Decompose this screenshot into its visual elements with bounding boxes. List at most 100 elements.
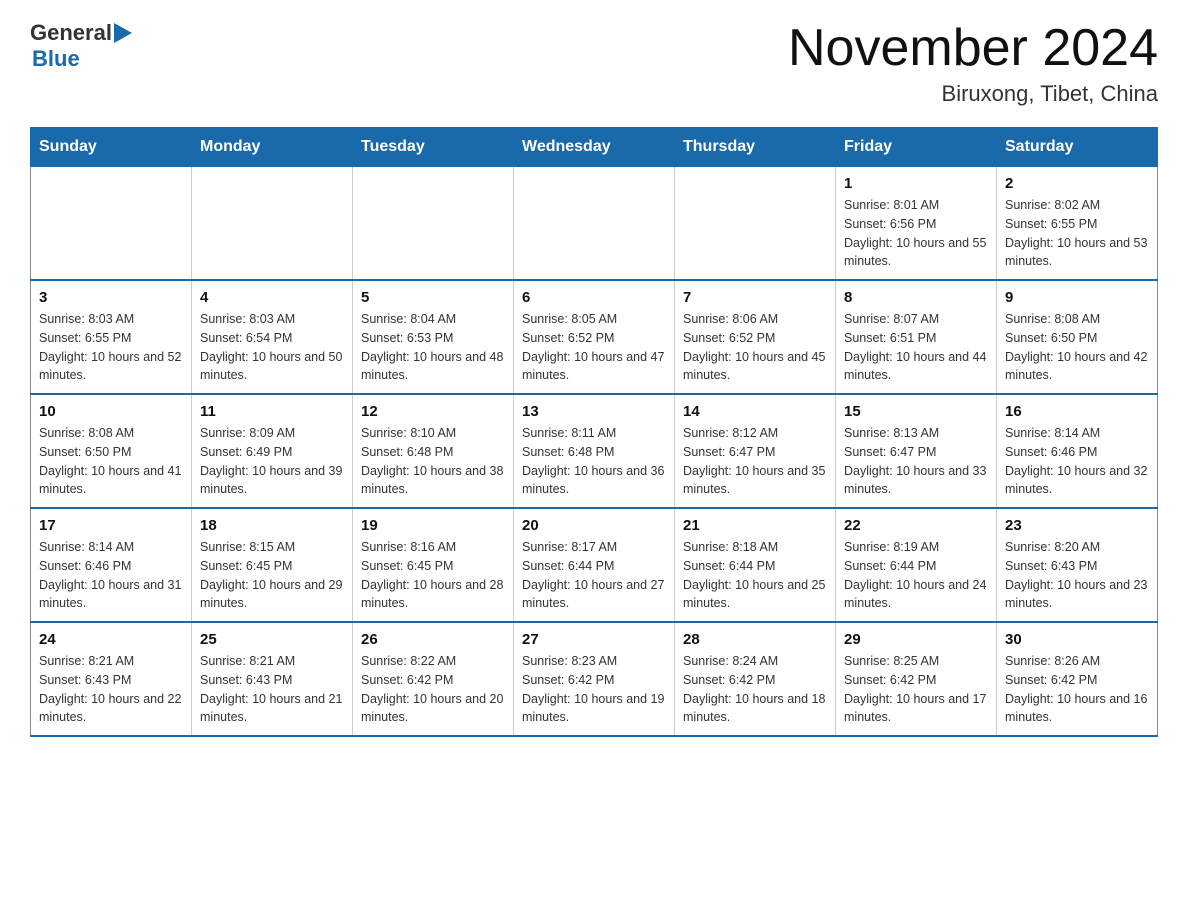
calendar-week-row: 10 Sunrise: 8:08 AM Sunset: 6:50 PM Dayli… xyxy=(31,394,1158,508)
calendar-cell xyxy=(514,167,675,281)
day-number: 27 xyxy=(522,631,666,648)
calendar-week-row: 3Sunrise: 8:03 AM Sunset: 6:55 PM Daylig… xyxy=(31,280,1158,394)
day-info: Sunrise: 8:12 AM Sunset: 6:47 PM Dayligh… xyxy=(683,424,827,499)
calendar-cell xyxy=(31,167,192,281)
day-number: 29 xyxy=(844,631,988,648)
day-number: 1 xyxy=(844,175,988,192)
day-number: 15 xyxy=(844,403,988,420)
calendar-cell: 13 Sunrise: 8:11 AM Sunset: 6:48 PM Dayli… xyxy=(514,394,675,508)
calendar-week-row: 17 Sunrise: 8:14 AM Sunset: 6:46 PM Dayli… xyxy=(31,508,1158,622)
weekday-header-thursday: Thursday xyxy=(675,128,836,167)
logo-triangle-icon xyxy=(114,22,134,44)
day-number: 12 xyxy=(361,403,505,420)
weekday-header-monday: Monday xyxy=(192,128,353,167)
weekday-header-tuesday: Tuesday xyxy=(353,128,514,167)
day-number: 30 xyxy=(1005,631,1149,648)
weekday-header-row: SundayMondayTuesdayWednesdayThursdayFrid… xyxy=(31,128,1158,167)
calendar-cell: 12 Sunrise: 8:10 AM Sunset: 6:48 PM Dayli… xyxy=(353,394,514,508)
day-number: 18 xyxy=(200,517,344,534)
day-number: 25 xyxy=(200,631,344,648)
day-info: Sunrise: 8:26 AM Sunset: 6:42 PM Dayligh… xyxy=(1005,652,1149,727)
day-info: Sunrise: 8:08 AM Sunset: 6:50 PM Dayligh… xyxy=(1005,310,1149,385)
day-number: 16 xyxy=(1005,403,1149,420)
calendar-week-row: 1Sunrise: 8:01 AM Sunset: 6:56 PM Daylig… xyxy=(31,167,1158,281)
header: General Blue November 2024 Biruxong, Tib… xyxy=(30,20,1158,107)
day-number: 6 xyxy=(522,289,666,306)
calendar-cell: 28 Sunrise: 8:24 AM Sunset: 6:42 PM Dayli… xyxy=(675,622,836,736)
day-number: 9 xyxy=(1005,289,1149,306)
calendar-cell: 23Sunrise: 8:20 AM Sunset: 6:43 PM Dayli… xyxy=(997,508,1158,622)
logo-general-text: General xyxy=(30,20,112,46)
location-title: Biruxong, Tibet, China xyxy=(788,81,1158,107)
day-info: Sunrise: 8:20 AM Sunset: 6:43 PM Dayligh… xyxy=(1005,538,1149,613)
calendar-cell xyxy=(675,167,836,281)
day-number: 14 xyxy=(683,403,827,420)
calendar-cell: 20 Sunrise: 8:17 AM Sunset: 6:44 PM Dayli… xyxy=(514,508,675,622)
day-number: 24 xyxy=(39,631,183,648)
day-info: Sunrise: 8:09 AM Sunset: 6:49 PM Dayligh… xyxy=(200,424,344,499)
day-number: 13 xyxy=(522,403,666,420)
calendar-cell: 21Sunrise: 8:18 AM Sunset: 6:44 PM Dayli… xyxy=(675,508,836,622)
weekday-header-sunday: Sunday xyxy=(31,128,192,167)
day-info: Sunrise: 8:11 AM Sunset: 6:48 PM Dayligh… xyxy=(522,424,666,499)
day-info: Sunrise: 8:08 AM Sunset: 6:50 PM Dayligh… xyxy=(39,424,183,499)
title-area: November 2024 Biruxong, Tibet, China xyxy=(788,20,1158,107)
calendar-cell: 10 Sunrise: 8:08 AM Sunset: 6:50 PM Dayli… xyxy=(31,394,192,508)
day-number: 22 xyxy=(844,517,988,534)
calendar-cell: 15 Sunrise: 8:13 AM Sunset: 6:47 PM Dayli… xyxy=(836,394,997,508)
day-info: Sunrise: 8:02 AM Sunset: 6:55 PM Dayligh… xyxy=(1005,196,1149,271)
day-info: Sunrise: 8:17 AM Sunset: 6:44 PM Dayligh… xyxy=(522,538,666,613)
day-info: Sunrise: 8:24 AM Sunset: 6:42 PM Dayligh… xyxy=(683,652,827,727)
weekday-header-saturday: Saturday xyxy=(997,128,1158,167)
calendar-cell: 24 Sunrise: 8:21 AM Sunset: 6:43 PM Dayli… xyxy=(31,622,192,736)
day-info: Sunrise: 8:03 AM Sunset: 6:54 PM Dayligh… xyxy=(200,310,344,385)
calendar-cell: 22 Sunrise: 8:19 AM Sunset: 6:44 PM Dayli… xyxy=(836,508,997,622)
day-info: Sunrise: 8:15 AM Sunset: 6:45 PM Dayligh… xyxy=(200,538,344,613)
day-number: 19 xyxy=(361,517,505,534)
day-number: 17 xyxy=(39,517,183,534)
day-number: 11 xyxy=(200,403,344,420)
day-info: Sunrise: 8:23 AM Sunset: 6:42 PM Dayligh… xyxy=(522,652,666,727)
calendar-cell xyxy=(192,167,353,281)
day-info: Sunrise: 8:22 AM Sunset: 6:42 PM Dayligh… xyxy=(361,652,505,727)
day-number: 26 xyxy=(361,631,505,648)
calendar-cell: 6 Sunrise: 8:05 AM Sunset: 6:52 PM Daylig… xyxy=(514,280,675,394)
calendar-cell: 18 Sunrise: 8:15 AM Sunset: 6:45 PM Dayli… xyxy=(192,508,353,622)
calendar-cell: 26 Sunrise: 8:22 AM Sunset: 6:42 PM Dayli… xyxy=(353,622,514,736)
day-info: Sunrise: 8:19 AM Sunset: 6:44 PM Dayligh… xyxy=(844,538,988,613)
day-number: 2 xyxy=(1005,175,1149,192)
day-number: 28 xyxy=(683,631,827,648)
day-info: Sunrise: 8:14 AM Sunset: 6:46 PM Dayligh… xyxy=(1005,424,1149,499)
day-info: Sunrise: 8:03 AM Sunset: 6:55 PM Dayligh… xyxy=(39,310,183,385)
calendar-week-row: 24 Sunrise: 8:21 AM Sunset: 6:43 PM Dayli… xyxy=(31,622,1158,736)
weekday-header-wednesday: Wednesday xyxy=(514,128,675,167)
day-number: 5 xyxy=(361,289,505,306)
day-number: 8 xyxy=(844,289,988,306)
day-number: 10 xyxy=(39,403,183,420)
day-number: 4 xyxy=(200,289,344,306)
calendar-cell: 4 Sunrise: 8:03 AM Sunset: 6:54 PM Daylig… xyxy=(192,280,353,394)
day-info: Sunrise: 8:16 AM Sunset: 6:45 PM Dayligh… xyxy=(361,538,505,613)
day-info: Sunrise: 8:05 AM Sunset: 6:52 PM Dayligh… xyxy=(522,310,666,385)
logo: General Blue xyxy=(30,20,134,72)
calendar-cell: 3Sunrise: 8:03 AM Sunset: 6:55 PM Daylig… xyxy=(31,280,192,394)
calendar-cell: 16 Sunrise: 8:14 AM Sunset: 6:46 PM Dayli… xyxy=(997,394,1158,508)
day-info: Sunrise: 8:04 AM Sunset: 6:53 PM Dayligh… xyxy=(361,310,505,385)
calendar-cell: 5 Sunrise: 8:04 AM Sunset: 6:53 PM Daylig… xyxy=(353,280,514,394)
day-info: Sunrise: 8:06 AM Sunset: 6:52 PM Dayligh… xyxy=(683,310,827,385)
calendar-cell: 11 Sunrise: 8:09 AM Sunset: 6:49 PM Dayli… xyxy=(192,394,353,508)
day-info: Sunrise: 8:13 AM Sunset: 6:47 PM Dayligh… xyxy=(844,424,988,499)
day-number: 20 xyxy=(522,517,666,534)
logo-blue-text: Blue xyxy=(32,46,80,71)
weekday-header-friday: Friday xyxy=(836,128,997,167)
calendar-cell: 2 Sunrise: 8:02 AM Sunset: 6:55 PM Daylig… xyxy=(997,167,1158,281)
day-number: 7 xyxy=(683,289,827,306)
day-info: Sunrise: 8:21 AM Sunset: 6:43 PM Dayligh… xyxy=(39,652,183,727)
calendar-cell: 27 Sunrise: 8:23 AM Sunset: 6:42 PM Dayli… xyxy=(514,622,675,736)
calendar-cell: 17 Sunrise: 8:14 AM Sunset: 6:46 PM Dayli… xyxy=(31,508,192,622)
calendar-cell: 8Sunrise: 8:07 AM Sunset: 6:51 PM Daylig… xyxy=(836,280,997,394)
day-info: Sunrise: 8:10 AM Sunset: 6:48 PM Dayligh… xyxy=(361,424,505,499)
day-info: Sunrise: 8:14 AM Sunset: 6:46 PM Dayligh… xyxy=(39,538,183,613)
calendar-table: SundayMondayTuesdayWednesdayThursdayFrid… xyxy=(30,127,1158,737)
month-title: November 2024 xyxy=(788,20,1158,77)
